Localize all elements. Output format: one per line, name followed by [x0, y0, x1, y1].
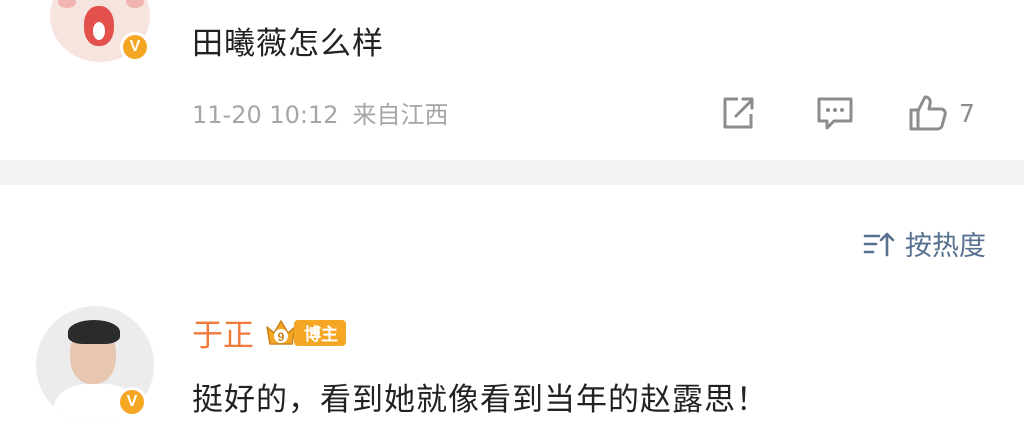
thumbs-up-icon [909, 95, 947, 131]
avatar-blush-left [58, 0, 76, 8]
section-divider [0, 160, 1024, 185]
comment-text: 挺好的，看到她就像看到当年的赵露思！ [192, 382, 768, 418]
comment-meta: 11-20 10:12 来自江西 [192, 95, 449, 130]
sort-by-heat-button[interactable]: 按热度 [863, 224, 986, 263]
blogger-tag: 博主 [294, 319, 346, 346]
comment-time: 11-20 10:12 [192, 101, 339, 129]
avatar[interactable]: V [50, 0, 150, 62]
comment-icon [817, 97, 853, 130]
sort-icon [863, 232, 895, 256]
avatar-blush-right [126, 0, 144, 8]
verified-badge-icon: V [117, 387, 147, 417]
comment-text: 田曦薇怎么样 [192, 26, 384, 62]
comment-item: V 田曦薇怎么样 11-20 10:12 来自江西 7 [0, 0, 1024, 160]
verified-badge-icon: V [120, 32, 150, 62]
comments-page: V 田曦薇怎么样 11-20 10:12 来自江西 7 按热度 V 于正 9 博… [0, 0, 1024, 439]
like-count: 7 [959, 98, 975, 128]
comment-header: 于正 9 博主 [192, 310, 346, 355]
comment-button[interactable] [814, 92, 856, 134]
crown-icon: 9 [266, 319, 296, 345]
share-button[interactable] [718, 92, 758, 134]
comment-source: 来自江西 [352, 101, 449, 129]
sort-label: 按热度 [905, 231, 986, 262]
avatar-hair [68, 320, 120, 344]
username[interactable]: 于正 [192, 310, 254, 355]
blogger-badge[interactable]: 9 博主 [264, 317, 346, 349]
share-icon [723, 97, 754, 129]
avatar-mouth [84, 6, 114, 46]
badge-level: 9 [278, 330, 285, 344]
like-button[interactable]: 7 [907, 92, 975, 134]
